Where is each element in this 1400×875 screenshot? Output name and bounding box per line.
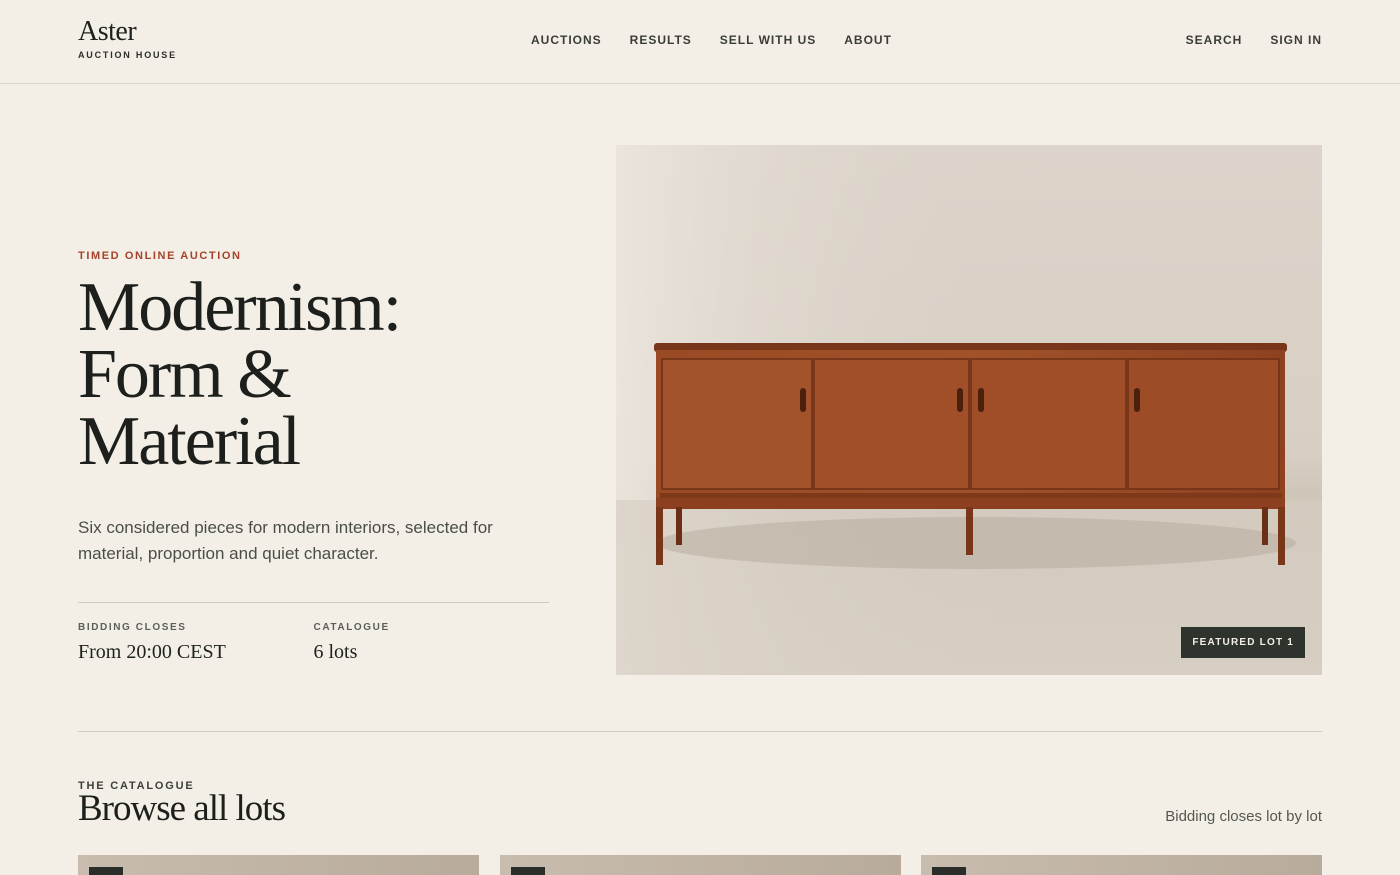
brand-logo[interactable]: Aster AUCTION HOUSE <box>78 16 177 61</box>
nav-results[interactable]: RESULTS <box>630 33 692 47</box>
brand-subtitle: AUCTION HOUSE <box>78 50 177 60</box>
hero-intro: TIMED ONLINE AUCTION Modernism: Form & M… <box>78 250 549 664</box>
hero-description: Six considered pieces for modern interio… <box>78 518 493 563</box>
hero-title-line: Material <box>78 403 301 480</box>
catalogue-title: Browse all lots <box>78 788 286 829</box>
lot-card-badge <box>932 867 966 875</box>
fact-catalogue: CATALOGUE 6 lots <box>314 622 550 664</box>
hero-title: Modernism: Form & Material <box>78 269 549 480</box>
fact-value: 6 lots <box>313 641 358 663</box>
lot-card[interactable] <box>921 855 1322 875</box>
brand-name: Aster <box>78 16 137 47</box>
lot-card-badge <box>511 867 545 875</box>
utility-nav: SEARCH SIGN IN <box>1186 33 1322 47</box>
lot-card-badge <box>89 867 123 875</box>
catalogue-note: Bidding closes lot by lot <box>1165 808 1322 825</box>
main-nav: AUCTIONS RESULTS SELL WITH US ABOUT <box>531 33 892 47</box>
nav-sell-with-us[interactable]: SELL WITH US <box>720 33 816 47</box>
hero-eyebrow: TIMED ONLINE AUCTION <box>78 250 242 262</box>
featured-lot-image[interactable]: FEATURED LOT 1 <box>616 145 1322 675</box>
lot-card[interactable] <box>500 855 901 875</box>
divider <box>78 731 1322 732</box>
hero-title-line: Form & <box>78 336 292 413</box>
lot-card[interactable] <box>78 855 479 875</box>
fact-label: BIDDING CLOSES <box>78 622 187 633</box>
featured-lot-badge: FEATURED LOT 1 <box>1181 627 1305 658</box>
sign-in-link[interactable]: SIGN IN <box>1270 33 1322 47</box>
sideboard-illustration <box>616 145 1322 675</box>
fact-bidding-closes: BIDDING CLOSES From 20:00 CEST <box>78 622 314 664</box>
fact-label: CATALOGUE <box>313 622 390 633</box>
divider <box>78 602 549 603</box>
auction-facts: BIDDING CLOSES From 20:00 CEST CATALOGUE… <box>78 622 549 664</box>
site-header: Aster AUCTION HOUSE AUCTIONS RESULTS SEL… <box>0 0 1400 84</box>
nav-auctions[interactable]: AUCTIONS <box>531 33 602 47</box>
search-link[interactable]: SEARCH <box>1186 33 1243 47</box>
nav-about[interactable]: ABOUT <box>844 33 892 47</box>
fact-value: From 20:00 CEST <box>78 641 226 663</box>
hero-title-line: Modernism: <box>78 269 402 346</box>
